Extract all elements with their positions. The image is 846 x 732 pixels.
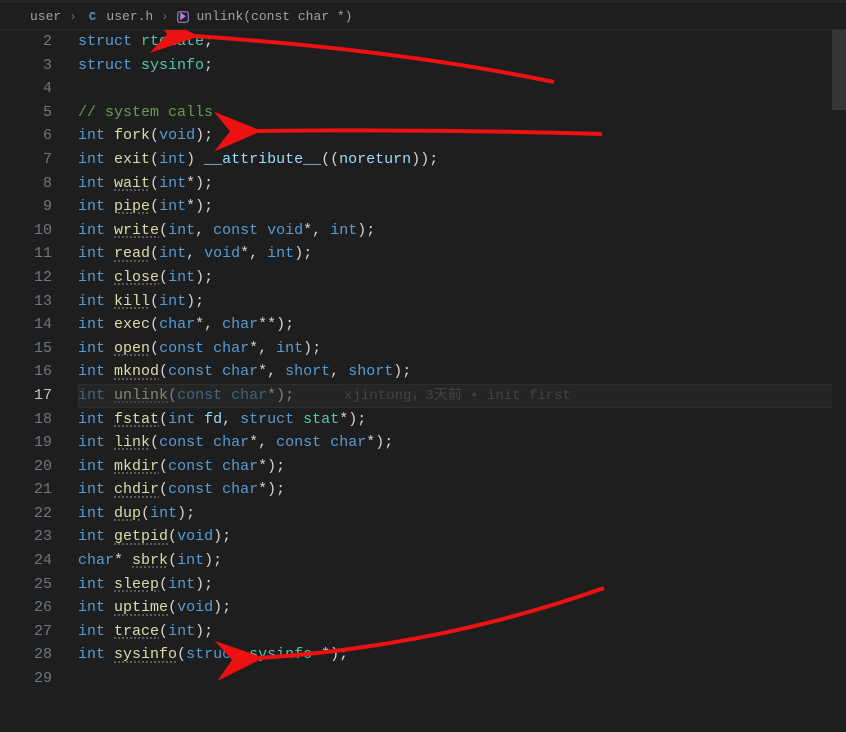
code-line[interactable]: int wait(int*); xyxy=(78,172,846,196)
git-blame-annotation: xjintong，3天前 • init first xyxy=(344,388,571,404)
code-line[interactable]: // system calls xyxy=(78,101,846,125)
line-number: 2 xyxy=(0,30,52,54)
code-line[interactable]: int mkdir(const char*); xyxy=(78,455,846,479)
code-line[interactable]: int fork(void); xyxy=(78,124,846,148)
line-number: 21 xyxy=(0,478,52,502)
line-number: 18 xyxy=(0,408,52,432)
code-line[interactable]: int unlink(const char*);xjintong，3天前 • i… xyxy=(78,384,846,408)
chevron-right-icon: › xyxy=(161,10,168,24)
code-line[interactable]: struct rtcdate; xyxy=(78,30,846,54)
code-line[interactable]: struct sysinfo; xyxy=(78,54,846,78)
breadcrumb-file[interactable]: user.h xyxy=(106,9,153,24)
line-number-gutter: 2345678910111213141516171819202122232425… xyxy=(0,30,78,702)
code-line[interactable]: int exit(int) __attribute__((noreturn)); xyxy=(78,148,846,172)
line-number: 13 xyxy=(0,290,52,314)
chevron-right-icon: › xyxy=(69,10,76,24)
code-line[interactable]: int getpid(void); xyxy=(78,525,846,549)
code-line[interactable]: int chdir(const char*); xyxy=(78,478,846,502)
code-line[interactable]: int fstat(int fd, struct stat*); xyxy=(78,408,846,432)
code-line[interactable]: int sleep(int); xyxy=(78,573,846,597)
breadcrumb-symbol[interactable]: unlink(const char *) xyxy=(196,9,352,24)
line-number: 14 xyxy=(0,313,52,337)
line-number: 11 xyxy=(0,242,52,266)
line-number: 17 xyxy=(0,384,52,408)
line-number: 8 xyxy=(0,172,52,196)
line-number: 3 xyxy=(0,54,52,78)
breadcrumb-folder[interactable]: user xyxy=(30,9,61,24)
line-number: 27 xyxy=(0,620,52,644)
line-number: 15 xyxy=(0,337,52,361)
code-line[interactable]: int kill(int); xyxy=(78,290,846,314)
line-number: 26 xyxy=(0,596,52,620)
breadcrumb[interactable]: user › C user.h › unlink(const char *) xyxy=(0,4,846,30)
line-number: 7 xyxy=(0,148,52,172)
line-number: 19 xyxy=(0,431,52,455)
function-icon xyxy=(176,10,190,24)
line-number: 10 xyxy=(0,219,52,243)
vertical-scrollbar[interactable] xyxy=(832,30,846,702)
line-number: 6 xyxy=(0,124,52,148)
line-number: 5 xyxy=(0,101,52,125)
line-number: 23 xyxy=(0,525,52,549)
code-line[interactable]: int exec(char*, char**); xyxy=(78,313,846,337)
code-area[interactable]: struct rtcdate;struct sysinfo; // system … xyxy=(78,30,846,702)
line-number: 25 xyxy=(0,573,52,597)
code-line[interactable]: int mknod(const char*, short, short); xyxy=(78,360,846,384)
line-number: 22 xyxy=(0,502,52,526)
line-number: 28 xyxy=(0,643,52,667)
code-line[interactable]: int pipe(int*); xyxy=(78,195,846,219)
code-line[interactable]: int uptime(void); xyxy=(78,596,846,620)
code-line[interactable] xyxy=(78,667,846,691)
c-file-icon: C xyxy=(84,9,100,25)
line-number: 29 xyxy=(0,667,52,691)
line-number: 16 xyxy=(0,360,52,384)
code-line[interactable]: int open(const char*, int); xyxy=(78,337,846,361)
code-line[interactable] xyxy=(78,77,846,101)
code-line[interactable]: int close(int); xyxy=(78,266,846,290)
code-editor[interactable]: 2345678910111213141516171819202122232425… xyxy=(0,30,846,702)
code-line[interactable]: int write(int, const void*, int); xyxy=(78,219,846,243)
scrollbar-thumb[interactable] xyxy=(832,30,846,110)
code-line[interactable]: int read(int, void*, int); xyxy=(78,242,846,266)
line-number: 4 xyxy=(0,77,52,101)
code-line[interactable]: char* sbrk(int); xyxy=(78,549,846,573)
code-line[interactable]: int trace(int); xyxy=(78,620,846,644)
line-number: 9 xyxy=(0,195,52,219)
line-number: 24 xyxy=(0,549,52,573)
line-number: 12 xyxy=(0,266,52,290)
code-line[interactable]: int dup(int); xyxy=(78,502,846,526)
code-line[interactable]: int sysinfo(struct sysinfo *); xyxy=(78,643,846,667)
line-number: 20 xyxy=(0,455,52,479)
code-line[interactable]: int link(const char*, const char*); xyxy=(78,431,846,455)
